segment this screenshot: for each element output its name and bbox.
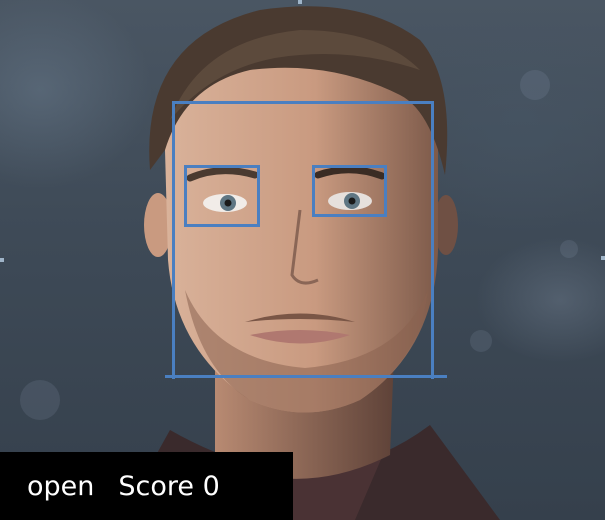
left-eye-bounding-box: [184, 165, 260, 227]
score-label: Score 0: [118, 470, 220, 502]
frame-edge-marker: [601, 256, 605, 260]
face-bounding-box: [172, 101, 434, 379]
right-eye-bounding-box: [312, 165, 387, 217]
status-bar: open Score 0: [0, 452, 293, 520]
face-bounding-box-base: [165, 375, 447, 378]
frame-edge-marker: [298, 0, 302, 4]
eye-state-label: open: [27, 470, 95, 502]
frame-edge-marker: [0, 258, 4, 262]
camera-view: open Score 0: [0, 0, 605, 520]
